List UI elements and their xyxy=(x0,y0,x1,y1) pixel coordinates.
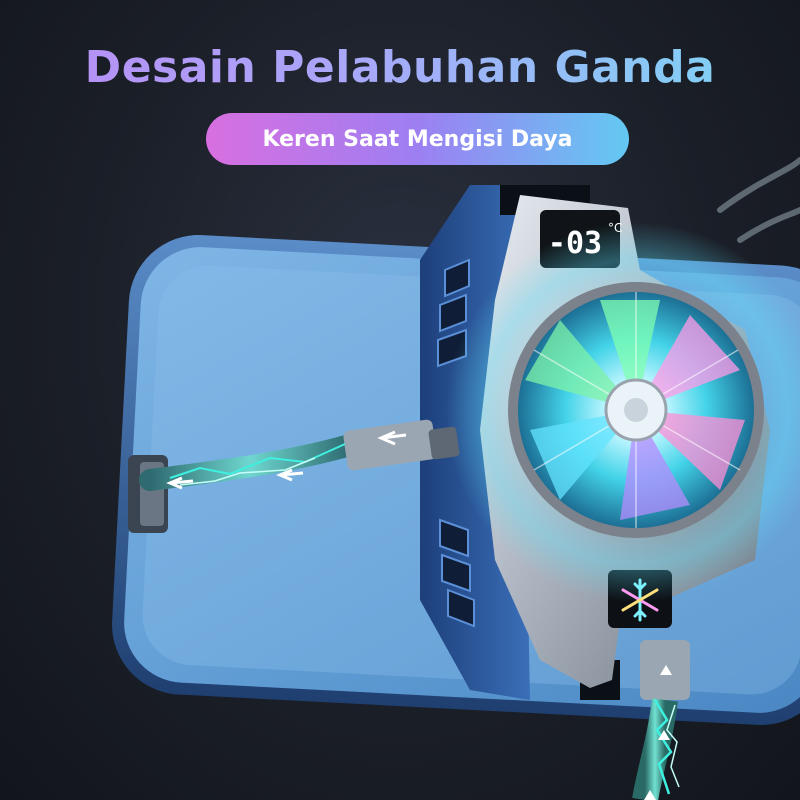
cold-air-swirl xyxy=(717,157,800,243)
temperature-unit: °C xyxy=(608,221,622,235)
temperature-value: -03 xyxy=(548,226,602,261)
cooling-fan-icon xyxy=(508,282,764,538)
product-scene: -03 °C xyxy=(112,157,800,800)
left-clamp xyxy=(128,455,168,533)
